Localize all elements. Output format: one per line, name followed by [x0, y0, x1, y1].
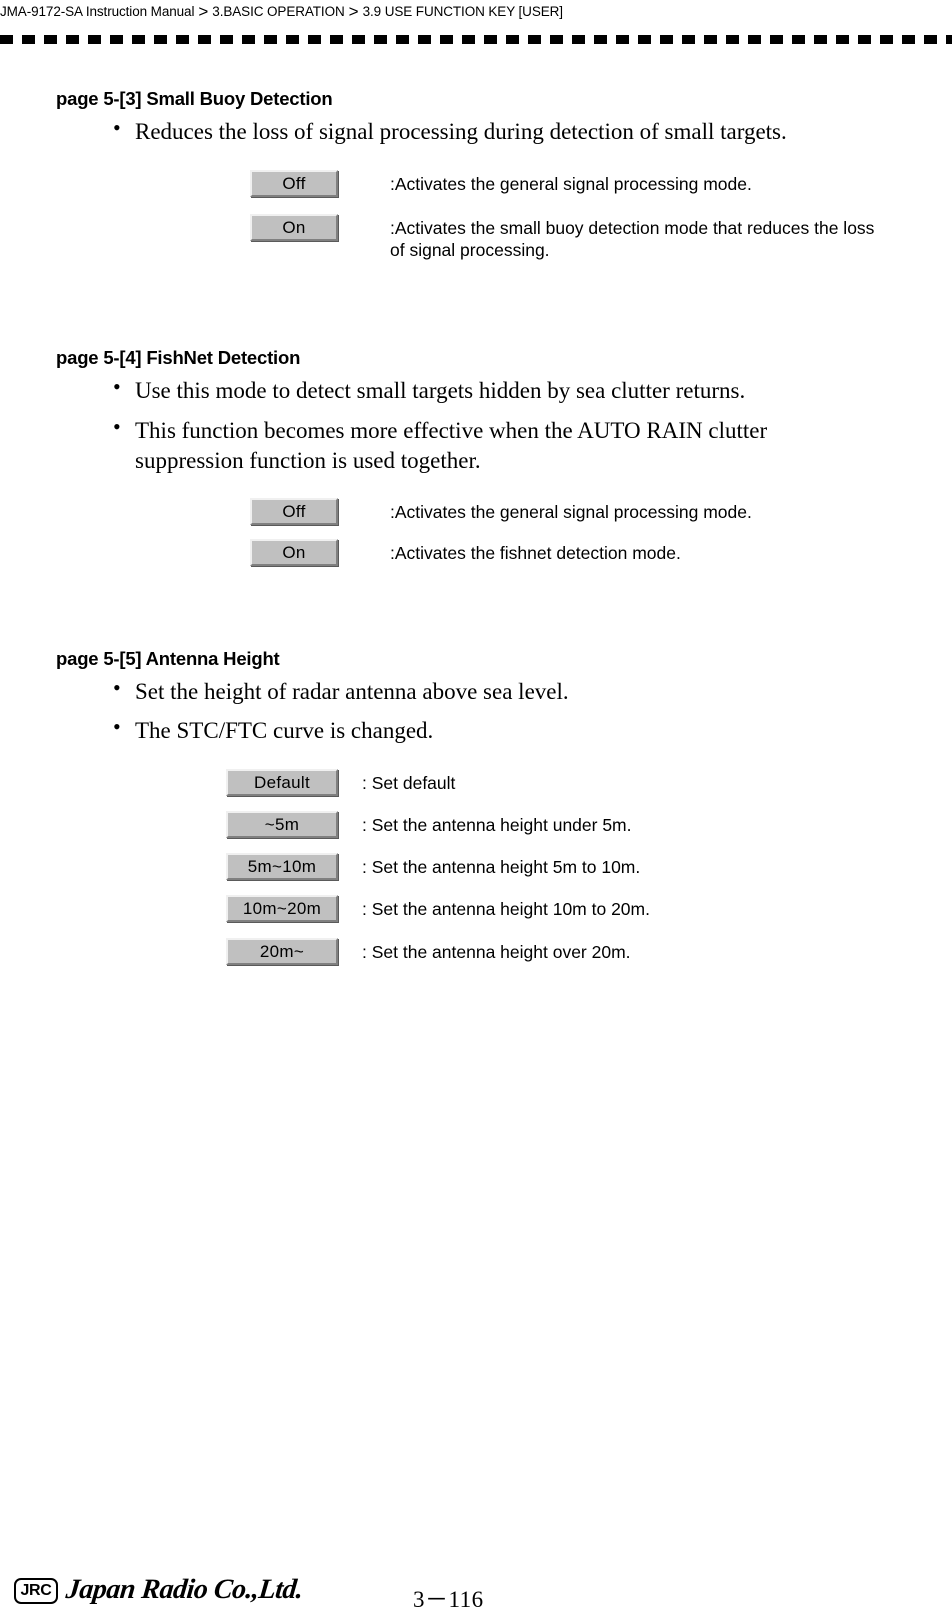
button-antenna-height-5m-10m[interactable]: 5m~10m [226, 853, 338, 880]
button-antenna-height-10m-20m[interactable]: 10m~20m [226, 895, 338, 922]
option-description: :Activates the general signal processing… [390, 502, 752, 522]
breadcrumb-item-section: 3.9 USE FUNCTION KEY [USER] [362, 3, 563, 19]
bullet-text: The STC/FTC curve is changed. [135, 718, 434, 743]
manual-page: JMA-9172-SA Instruction Manual > 3.BASIC… [0, 0, 952, 1620]
bullet-dot-icon: • [113, 414, 121, 439]
button-antenna-height-under-5m[interactable]: ~5m [226, 811, 338, 838]
section-title-fishnet-detection: page 5-[4] FishNet Detection [56, 347, 301, 368]
bullet-dot-icon: • [113, 115, 121, 140]
option-row: Off :Activates the general signal proces… [250, 170, 752, 197]
bullet-text: Use this mode to detect small targets hi… [135, 378, 746, 403]
bullet-item: • Reduces the loss of signal processing … [113, 117, 943, 147]
option-description: : Set the antenna height 5m to 10m. [362, 857, 641, 877]
option-row: Off :Activates the general signal proces… [250, 498, 752, 525]
option-row: 20m~ : Set the antenna height over 20m. [226, 938, 631, 965]
bullet-dot-icon: • [113, 714, 121, 739]
button-fishnet-off[interactable]: Off [250, 498, 338, 525]
option-description: : Set default [362, 773, 456, 793]
option-description: : Set the antenna height over 20m. [362, 942, 631, 962]
section-title-antenna-height: page 5-[5] Antenna Height [56, 648, 280, 669]
bullet-dot-icon: • [113, 374, 121, 399]
header-dashed-divider [0, 35, 952, 44]
option-row: Default : Set default [226, 769, 455, 796]
bullet-item: • This function becomes more effective w… [113, 416, 943, 476]
bullet-text: This function becomes more effective whe… [135, 418, 768, 473]
button-small-buoy-off[interactable]: Off [250, 170, 338, 197]
button-antenna-height-over-20m[interactable]: 20m~ [226, 938, 338, 965]
breadcrumb-separator-icon: > [198, 2, 209, 21]
breadcrumb-item-chapter: 3.BASIC OPERATION [212, 3, 345, 19]
option-row: 10m~20m : Set the antenna height 10m to … [226, 895, 650, 922]
option-description: :Activates the general signal processing… [390, 174, 752, 194]
breadcrumb-item-manual: JMA-9172-SA Instruction Manual [0, 3, 195, 19]
bullet-dot-icon: • [113, 675, 121, 700]
button-small-buoy-on[interactable]: On [250, 214, 338, 241]
option-description: :Activates the small buoy detection mode… [390, 218, 875, 261]
option-row: 5m~10m : Set the antenna height 5m to 10… [226, 853, 640, 880]
bullet-item: • The STC/FTC curve is changed. [113, 716, 943, 746]
bullet-text: Set the height of radar antenna above se… [135, 679, 569, 704]
button-antenna-height-default[interactable]: Default [226, 769, 338, 796]
breadcrumb-separator-icon: > [348, 2, 359, 21]
bullet-text: Reduces the loss of signal processing du… [135, 119, 787, 144]
page-footer: JRC Japan Radio Co.,Ltd. 3－116 [0, 1572, 952, 1616]
bullet-item: • Use this mode to detect small targets … [113, 376, 943, 406]
option-description: : Set the antenna height 10m to 20m. [362, 899, 650, 919]
breadcrumb: JMA-9172-SA Instruction Manual > 3.BASIC… [0, 0, 952, 22]
option-row: On :Activates the fishnet detection mode… [250, 539, 681, 566]
section-title-small-buoy-detection: page 5-[3] Small Buoy Detection [56, 88, 333, 109]
jrc-logo-mark: JRC [14, 1578, 58, 1604]
bullet-item: • Set the height of radar antenna above … [113, 677, 943, 707]
option-row: ~5m : Set the antenna height under 5m. [226, 811, 632, 838]
company-name: Japan Radio Co.,Ltd. [64, 1574, 305, 1605]
jrc-logo-text: JRC [20, 1582, 52, 1599]
page-number: 3－116 [413, 1587, 484, 1612]
button-fishnet-on[interactable]: On [250, 539, 338, 566]
option-description: : Set the antenna height under 5m. [362, 815, 632, 835]
option-description: :Activates the fishnet detection mode. [390, 543, 681, 563]
option-row: On :Activates the small buoy detection m… [250, 214, 874, 262]
